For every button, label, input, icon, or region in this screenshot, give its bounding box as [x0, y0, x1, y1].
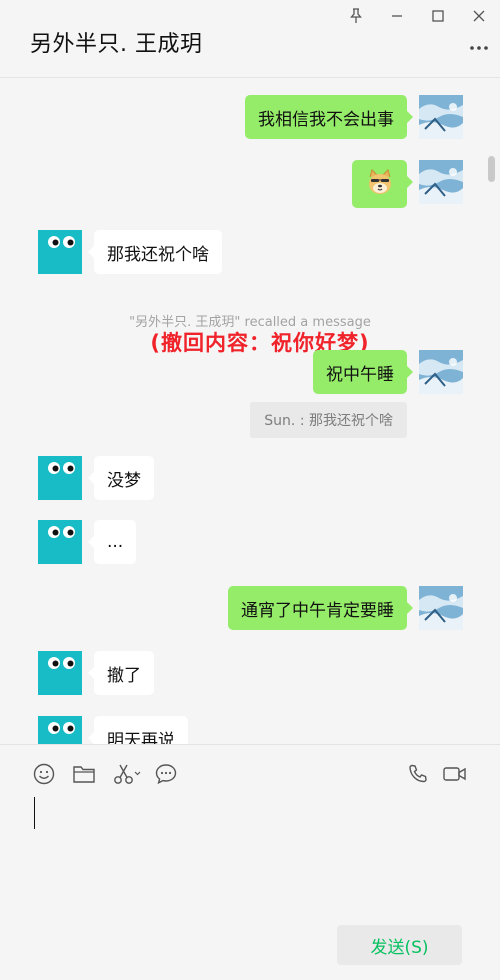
- emoji-icon[interactable]: [32, 762, 56, 786]
- send-button[interactable]: 发送(S): [337, 925, 462, 965]
- minimize-icon[interactable]: [387, 6, 407, 26]
- voice-call-icon[interactable]: [406, 762, 430, 786]
- message-bubble-outgoing[interactable]: 我相信我不会出事: [245, 95, 413, 139]
- message-bubble-outgoing[interactable]: 祝中午睡: [313, 350, 413, 394]
- pin-icon[interactable]: [346, 6, 366, 26]
- folder-icon[interactable]: [72, 762, 96, 786]
- message-bubble-incoming[interactable]: ...: [87, 520, 137, 564]
- more-options-icon[interactable]: [468, 38, 490, 58]
- chat-header: 另外半只. 王成玥: [0, 0, 500, 78]
- quoted-message[interactable]: Sun. : 那我还祝个啥: [250, 402, 407, 438]
- chat-history-icon[interactable]: [154, 762, 178, 786]
- doge-sticker-icon: [365, 167, 395, 202]
- scissors-icon[interactable]: [112, 762, 142, 786]
- my-avatar[interactable]: [419, 586, 463, 630]
- text-cursor: [34, 797, 35, 829]
- message-bubble-incoming[interactable]: 没梦: [88, 456, 154, 500]
- friend-avatar[interactable]: [38, 456, 82, 500]
- chat-messages[interactable]: 我相信我不会出事 那我还祝个啥 "另外半只. 王成玥" recalled a m…: [0, 78, 500, 744]
- my-avatar[interactable]: [419, 350, 463, 394]
- close-icon[interactable]: [469, 6, 489, 26]
- friend-avatar[interactable]: [38, 716, 82, 744]
- video-call-icon[interactable]: [442, 762, 468, 786]
- message-bubble-incoming[interactable]: 明天再说: [88, 716, 188, 744]
- chat-scrollbar[interactable]: [488, 156, 495, 182]
- maximize-icon[interactable]: [428, 6, 448, 26]
- friend-avatar[interactable]: [38, 230, 82, 274]
- message-input[interactable]: [22, 796, 478, 916]
- message-bubble-incoming[interactable]: 那我还祝个啥: [88, 230, 222, 274]
- my-avatar[interactable]: [419, 160, 463, 204]
- friend-avatar[interactable]: [38, 520, 82, 564]
- chat-title: 另外半只. 王成玥: [30, 32, 203, 57]
- message-bubble-outgoing[interactable]: 通宵了中午肯定要睡: [228, 586, 413, 630]
- friend-avatar[interactable]: [38, 651, 82, 695]
- my-avatar[interactable]: [419, 95, 463, 139]
- message-bubble-incoming[interactable]: 撤了: [88, 651, 154, 695]
- message-bubble-outgoing[interactable]: [352, 160, 413, 208]
- input-divider: [0, 744, 500, 745]
